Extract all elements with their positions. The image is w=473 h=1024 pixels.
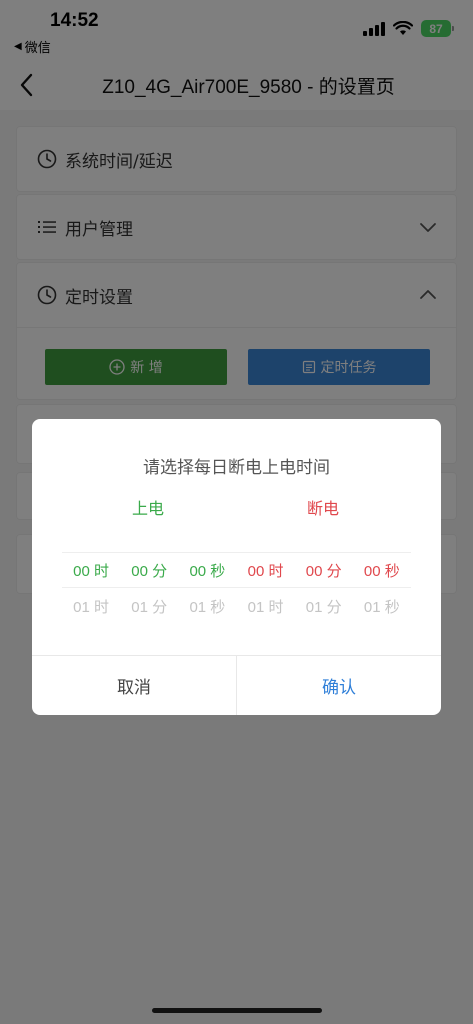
- home-indicator[interactable]: [152, 1008, 322, 1013]
- power-off-minute-picker[interactable]: 00 分: [295, 560, 353, 581]
- picker-selected-row: 00 时 00 分 00 秒 00 时 00 分 00 秒: [62, 552, 411, 588]
- time-picker-dialog: 请选择每日断电上电时间 上电 断电 00 时 00 分 00 秒 00 时 00…: [32, 419, 441, 715]
- picker-next-row: 01 时 01 分 01 秒 01 时 01 分 01 秒: [62, 588, 411, 624]
- power-off-hour-picker[interactable]: 00 时: [236, 560, 294, 581]
- power-on-second-picker[interactable]: 00 秒: [178, 560, 236, 581]
- power-off-second-picker[interactable]: 00 秒: [353, 560, 411, 581]
- picker-option[interactable]: 01 秒: [353, 596, 411, 617]
- dialog-title: 请选择每日断电上电时间: [143, 458, 330, 478]
- confirm-button[interactable]: 确认: [237, 656, 441, 715]
- power-on-hour-picker[interactable]: 00 时: [62, 560, 120, 581]
- power-off-label: 断电: [307, 499, 340, 518]
- dialog-footer: 取消 确认: [32, 655, 441, 715]
- picker-option[interactable]: 01 时: [62, 596, 120, 617]
- picker-option[interactable]: 01 秒: [178, 596, 236, 617]
- time-picker[interactable]: 00 时 00 分 00 秒 00 时 00 分 00 秒 01 时 01 分 …: [62, 552, 411, 624]
- power-on-minute-picker[interactable]: 00 分: [120, 560, 178, 581]
- cancel-button[interactable]: 取消: [32, 656, 237, 715]
- picker-option[interactable]: 01 分: [295, 596, 353, 617]
- power-on-label: 上电: [132, 499, 165, 518]
- picker-option[interactable]: 01 分: [120, 596, 178, 617]
- picker-option[interactable]: 01 时: [236, 596, 294, 617]
